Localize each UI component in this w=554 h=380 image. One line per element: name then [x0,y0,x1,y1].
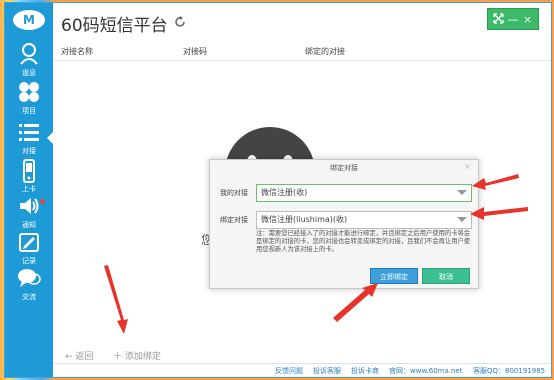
footer-website-link[interactable]: 官网：www.60ma.net [389,366,463,376]
sidebar: M 道息 项目 对接 上卡 通知 记录 交流 [5,3,53,377]
back-button[interactable]: ← 返回 [65,349,93,362]
svg-text:M: M [23,13,35,27]
app-logo: M [9,5,49,35]
my-docking-select[interactable]: 微信注册(收) [256,184,472,202]
page-title: 60码短信平台 [61,16,168,36]
sidebar-item-projects[interactable]: 项目 [5,79,53,119]
my-docking-value: 微信注册(收) [261,188,308,197]
bind-dialog: 绑定对接 × 我的对接 微信注册(收) 绑定对接 微信注册(liushima)(… [209,159,479,289]
phone-icon [5,159,53,185]
footer-complain-service-link[interactable]: 投诉客服 [313,366,341,376]
footer-qq-text: 客服QQ：800191985 [473,367,546,375]
add-binding-button[interactable]: ＋ 添加绑定 [113,349,161,362]
sidebar-item-docking[interactable]: 对接 [5,119,53,159]
footer-feedback-link[interactable]: 反馈问题 [275,366,303,376]
sidebar-item-records[interactable]: 记录 [5,229,53,269]
chat-icon [5,267,53,293]
app-window: M 道息 项目 对接 上卡 通知 记录 交流 60码短信平台 — × 对接名称 … [4,2,552,378]
footer: 反馈问题 投诉客服 投诉卡商 官网：www.60ma.net 客服QQ：8001… [53,363,551,377]
footer-complain-merchant-link[interactable]: 投诉卡商 [351,366,379,376]
person-icon [5,43,53,69]
list-icon [5,121,53,147]
column-header-name: 对接名称 [61,47,93,56]
confirm-bind-button[interactable]: 立即绑定 [370,268,418,284]
speaker-icon [5,195,53,221]
cancel-button[interactable]: 取消 [422,268,470,284]
close-button[interactable]: × [521,14,534,25]
sidebar-item-label: 对接 [22,147,36,155]
table-header: 对接名称 对接码 绑定的对接 [53,43,551,61]
close-icon[interactable]: × [464,163,472,171]
fullscreen-icon[interactable] [492,12,505,26]
dialog-note: 注：需要您已经接入了的对接才能进行绑定，并且绑定之后用户使用的卡将会是绑定的对接… [256,230,471,253]
sidebar-item-notify[interactable]: 通知 [5,193,53,233]
add-binding-label: 添加绑定 [124,352,161,362]
refresh-icon[interactable] [173,15,187,29]
sidebar-item-info[interactable]: 道息 [5,41,53,81]
minimize-button[interactable]: — [506,14,519,25]
sidebar-item-upload-card[interactable]: 上卡 [5,157,53,197]
sidebar-item-chat[interactable]: 交流 [5,265,53,305]
my-docking-label: 我的对接 [220,189,248,197]
notification-dot [40,199,45,204]
window-controls: — × [487,8,539,30]
arrow-left-icon: ← [65,352,73,362]
note-icon [5,231,53,257]
sidebar-item-label: 项目 [22,107,36,115]
clover-icon [5,81,53,107]
plus-icon: ＋ [113,352,123,362]
dialog-title: 绑定对接 [330,164,358,172]
sidebar-item-label: 道息 [22,69,36,77]
chevron-down-icon [457,217,467,222]
bind-docking-value: 微信注册(liushima)(收) [261,215,348,224]
column-header-code: 对接码 [183,47,207,56]
bind-docking-select[interactable]: 微信注册(liushima)(收) [256,211,472,229]
column-header-bound: 绑定的对接 [305,47,345,56]
bind-docking-label: 绑定对接 [220,216,248,224]
sidebar-item-label: 交流 [22,293,36,301]
back-label: 返回 [75,352,94,362]
chevron-down-icon [457,190,467,195]
